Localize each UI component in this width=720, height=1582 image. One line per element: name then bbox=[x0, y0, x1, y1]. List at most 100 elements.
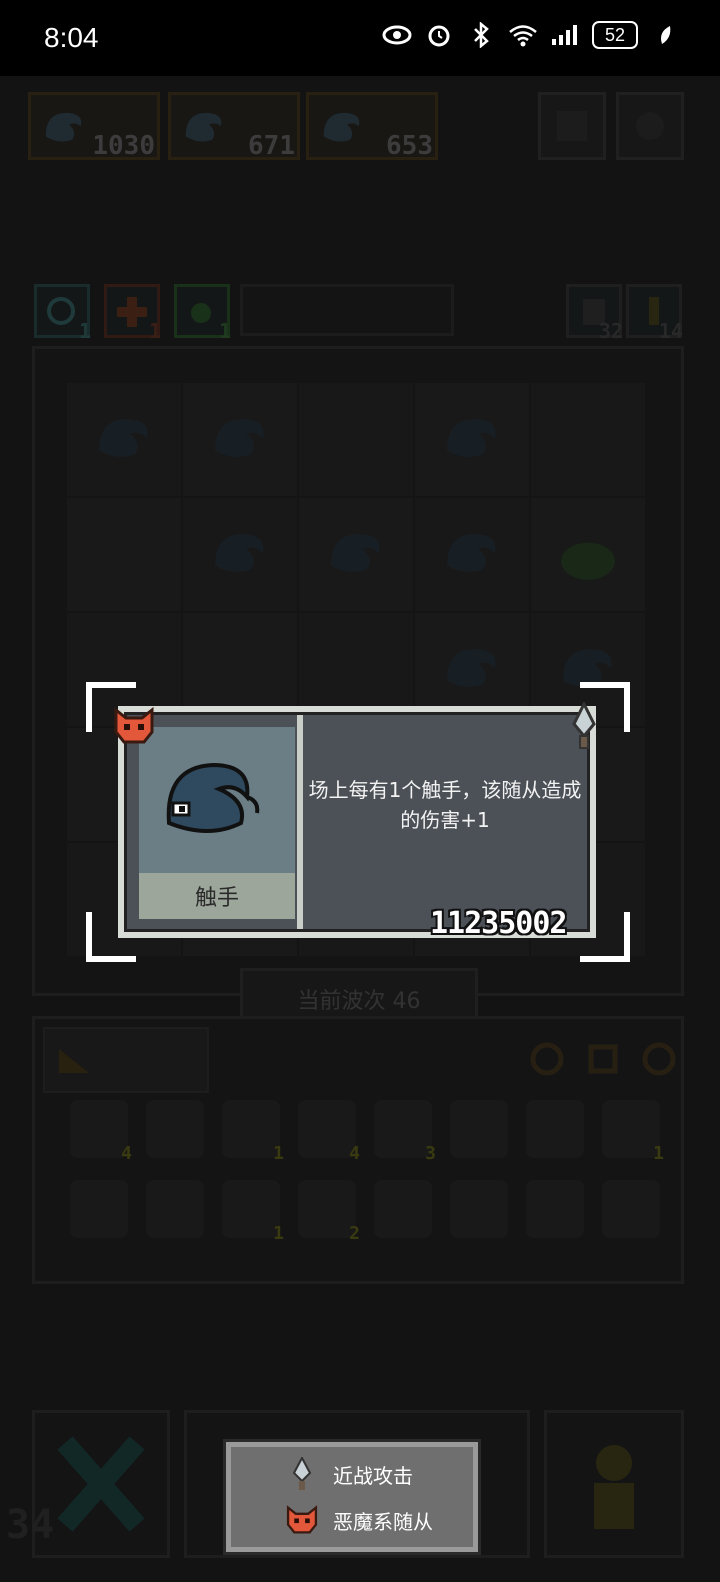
buff-chip-clock[interactable]: 1 bbox=[34, 284, 91, 343]
tentacle-icon bbox=[45, 112, 82, 142]
inventory-item[interactable]: 1 bbox=[222, 1180, 284, 1244]
legend-row-melee: 近战攻击 bbox=[285, 1455, 413, 1491]
inventory-item[interactable]: 2 bbox=[298, 1180, 360, 1244]
item-count: 4 bbox=[349, 1143, 360, 1164]
help-icon bbox=[557, 111, 587, 141]
buff-chip-plus[interactable]: 1 bbox=[104, 284, 161, 343]
resource-count: 671 bbox=[248, 131, 295, 161]
status-time: 8:04 bbox=[44, 22, 99, 53]
inventory-item[interactable]: 1 bbox=[222, 1100, 284, 1164]
slime-icon bbox=[561, 542, 615, 580]
chip-count: 1 bbox=[218, 319, 231, 343]
unit-name: 触手 bbox=[139, 873, 295, 919]
cheese-icon bbox=[59, 1049, 89, 1073]
tag-legend: 近战攻击 恶魔系随从 bbox=[223, 1439, 481, 1555]
board-cell[interactable] bbox=[530, 382, 646, 497]
tentacle-icon bbox=[331, 534, 380, 572]
armor-icon[interactable] bbox=[581, 1037, 625, 1081]
board-cell[interactable] bbox=[182, 497, 298, 612]
tentacle-icon bbox=[447, 419, 496, 457]
orb-icon[interactable] bbox=[637, 1037, 681, 1081]
tentacle-icon bbox=[215, 534, 264, 572]
demon-mask-icon bbox=[112, 704, 154, 744]
ring-icon[interactable] bbox=[525, 1037, 569, 1081]
tentacle-icon bbox=[99, 419, 148, 457]
inventory-item[interactable]: 1 bbox=[602, 1100, 664, 1164]
inventory-item[interactable] bbox=[70, 1180, 128, 1238]
game-screen: 8:04 52 1030 671 653 1 1 1 32 14 当前波次 46… bbox=[0, 0, 720, 1582]
resource-slot-2[interactable]: 671 bbox=[168, 92, 300, 161]
item-count: 4 bbox=[121, 1143, 132, 1164]
dagger-icon bbox=[564, 700, 604, 749]
pawn-button[interactable] bbox=[544, 1410, 684, 1558]
dagger-icon bbox=[285, 1455, 319, 1491]
chip-count: 1 bbox=[78, 319, 91, 343]
wifi-icon bbox=[508, 20, 538, 50]
tentacle-icon bbox=[447, 534, 496, 572]
leaf-icon bbox=[650, 20, 680, 50]
legend-label: 恶魔系随从 bbox=[333, 1509, 433, 1534]
status-icons: 52 bbox=[382, 20, 680, 50]
unit-id-number: 11235002 bbox=[430, 906, 567, 941]
tentacle-icon bbox=[185, 112, 222, 142]
inventory-item[interactable] bbox=[450, 1180, 508, 1238]
unit-info-card: 触手 场上每有1个触手，该随从造成的伤害+1 bbox=[118, 706, 596, 938]
board-cell[interactable] bbox=[182, 382, 298, 497]
inventory-tab[interactable] bbox=[43, 1027, 209, 1093]
tentacle-icon bbox=[166, 762, 260, 833]
progress-bar bbox=[240, 284, 454, 336]
tentacle-icon bbox=[215, 419, 264, 457]
inventory-item[interactable]: 4 bbox=[70, 1100, 132, 1164]
inventory-item[interactable] bbox=[146, 1100, 204, 1158]
board-cell[interactable] bbox=[414, 497, 530, 612]
inventory-row-2: 1 2 bbox=[70, 1180, 660, 1244]
buff-chip-leaf[interactable]: 1 bbox=[174, 284, 231, 343]
inventory-item[interactable] bbox=[450, 1100, 508, 1158]
inventory-item[interactable] bbox=[374, 1180, 432, 1238]
inventory-item[interactable]: 3 bbox=[374, 1100, 436, 1164]
item-count: 3 bbox=[425, 1143, 436, 1164]
board-cell[interactable] bbox=[414, 382, 530, 497]
inventory-item[interactable] bbox=[602, 1180, 660, 1238]
card-body: 触手 场上每有1个触手，该随从造成的伤害+1 bbox=[124, 712, 590, 932]
board-cell[interactable] bbox=[298, 382, 414, 497]
battery-indicator: 52 bbox=[592, 21, 638, 49]
eye-icon bbox=[382, 20, 412, 50]
settings-button[interactable] bbox=[616, 92, 684, 160]
item-count: 1 bbox=[653, 1143, 664, 1164]
legend-row-demon: 恶魔系随从 bbox=[285, 1503, 433, 1537]
board-cell[interactable] bbox=[530, 497, 646, 612]
settings-icon bbox=[636, 112, 664, 140]
item-count: 1 bbox=[273, 1223, 284, 1244]
alarm-icon bbox=[424, 20, 454, 50]
unit-description: 场上每有1个触手，该随从造成的伤害+1 bbox=[308, 778, 582, 832]
board-cell[interactable] bbox=[66, 497, 182, 612]
key-count: 14 bbox=[658, 319, 683, 343]
inventory-item[interactable] bbox=[526, 1100, 584, 1158]
key-counter[interactable]: 14 bbox=[626, 284, 683, 343]
tentacle-icon bbox=[323, 112, 360, 142]
resource-slot-3[interactable]: 653 bbox=[306, 92, 438, 161]
inventory-row-1: 4 1 4 3 1 bbox=[70, 1100, 664, 1164]
item-count: 1 bbox=[273, 1143, 284, 1164]
board-cell[interactable] bbox=[298, 497, 414, 612]
inventory-item[interactable] bbox=[526, 1180, 584, 1238]
inventory-item[interactable]: 4 bbox=[298, 1100, 360, 1164]
bluetooth-icon bbox=[466, 20, 496, 50]
demon-mask-icon bbox=[285, 1503, 319, 1537]
board-cell[interactable] bbox=[66, 382, 182, 497]
inventory-item[interactable] bbox=[146, 1180, 204, 1238]
resource-count: 1030 bbox=[92, 131, 155, 161]
status-bar: 8:04 52 bbox=[0, 0, 720, 76]
card-divider bbox=[297, 715, 303, 929]
close-icon bbox=[57, 1436, 145, 1532]
resource-slot-1[interactable]: 1030 bbox=[28, 92, 160, 161]
exit-count: 32 bbox=[598, 319, 623, 343]
pawn-icon bbox=[594, 1445, 634, 1529]
exit-counter[interactable]: 32 bbox=[566, 284, 623, 343]
corner-counter: 34 bbox=[6, 1502, 55, 1548]
signal-icon bbox=[550, 20, 580, 50]
help-button[interactable] bbox=[538, 92, 606, 160]
chip-count: 1 bbox=[148, 319, 161, 343]
item-count: 2 bbox=[349, 1223, 360, 1244]
